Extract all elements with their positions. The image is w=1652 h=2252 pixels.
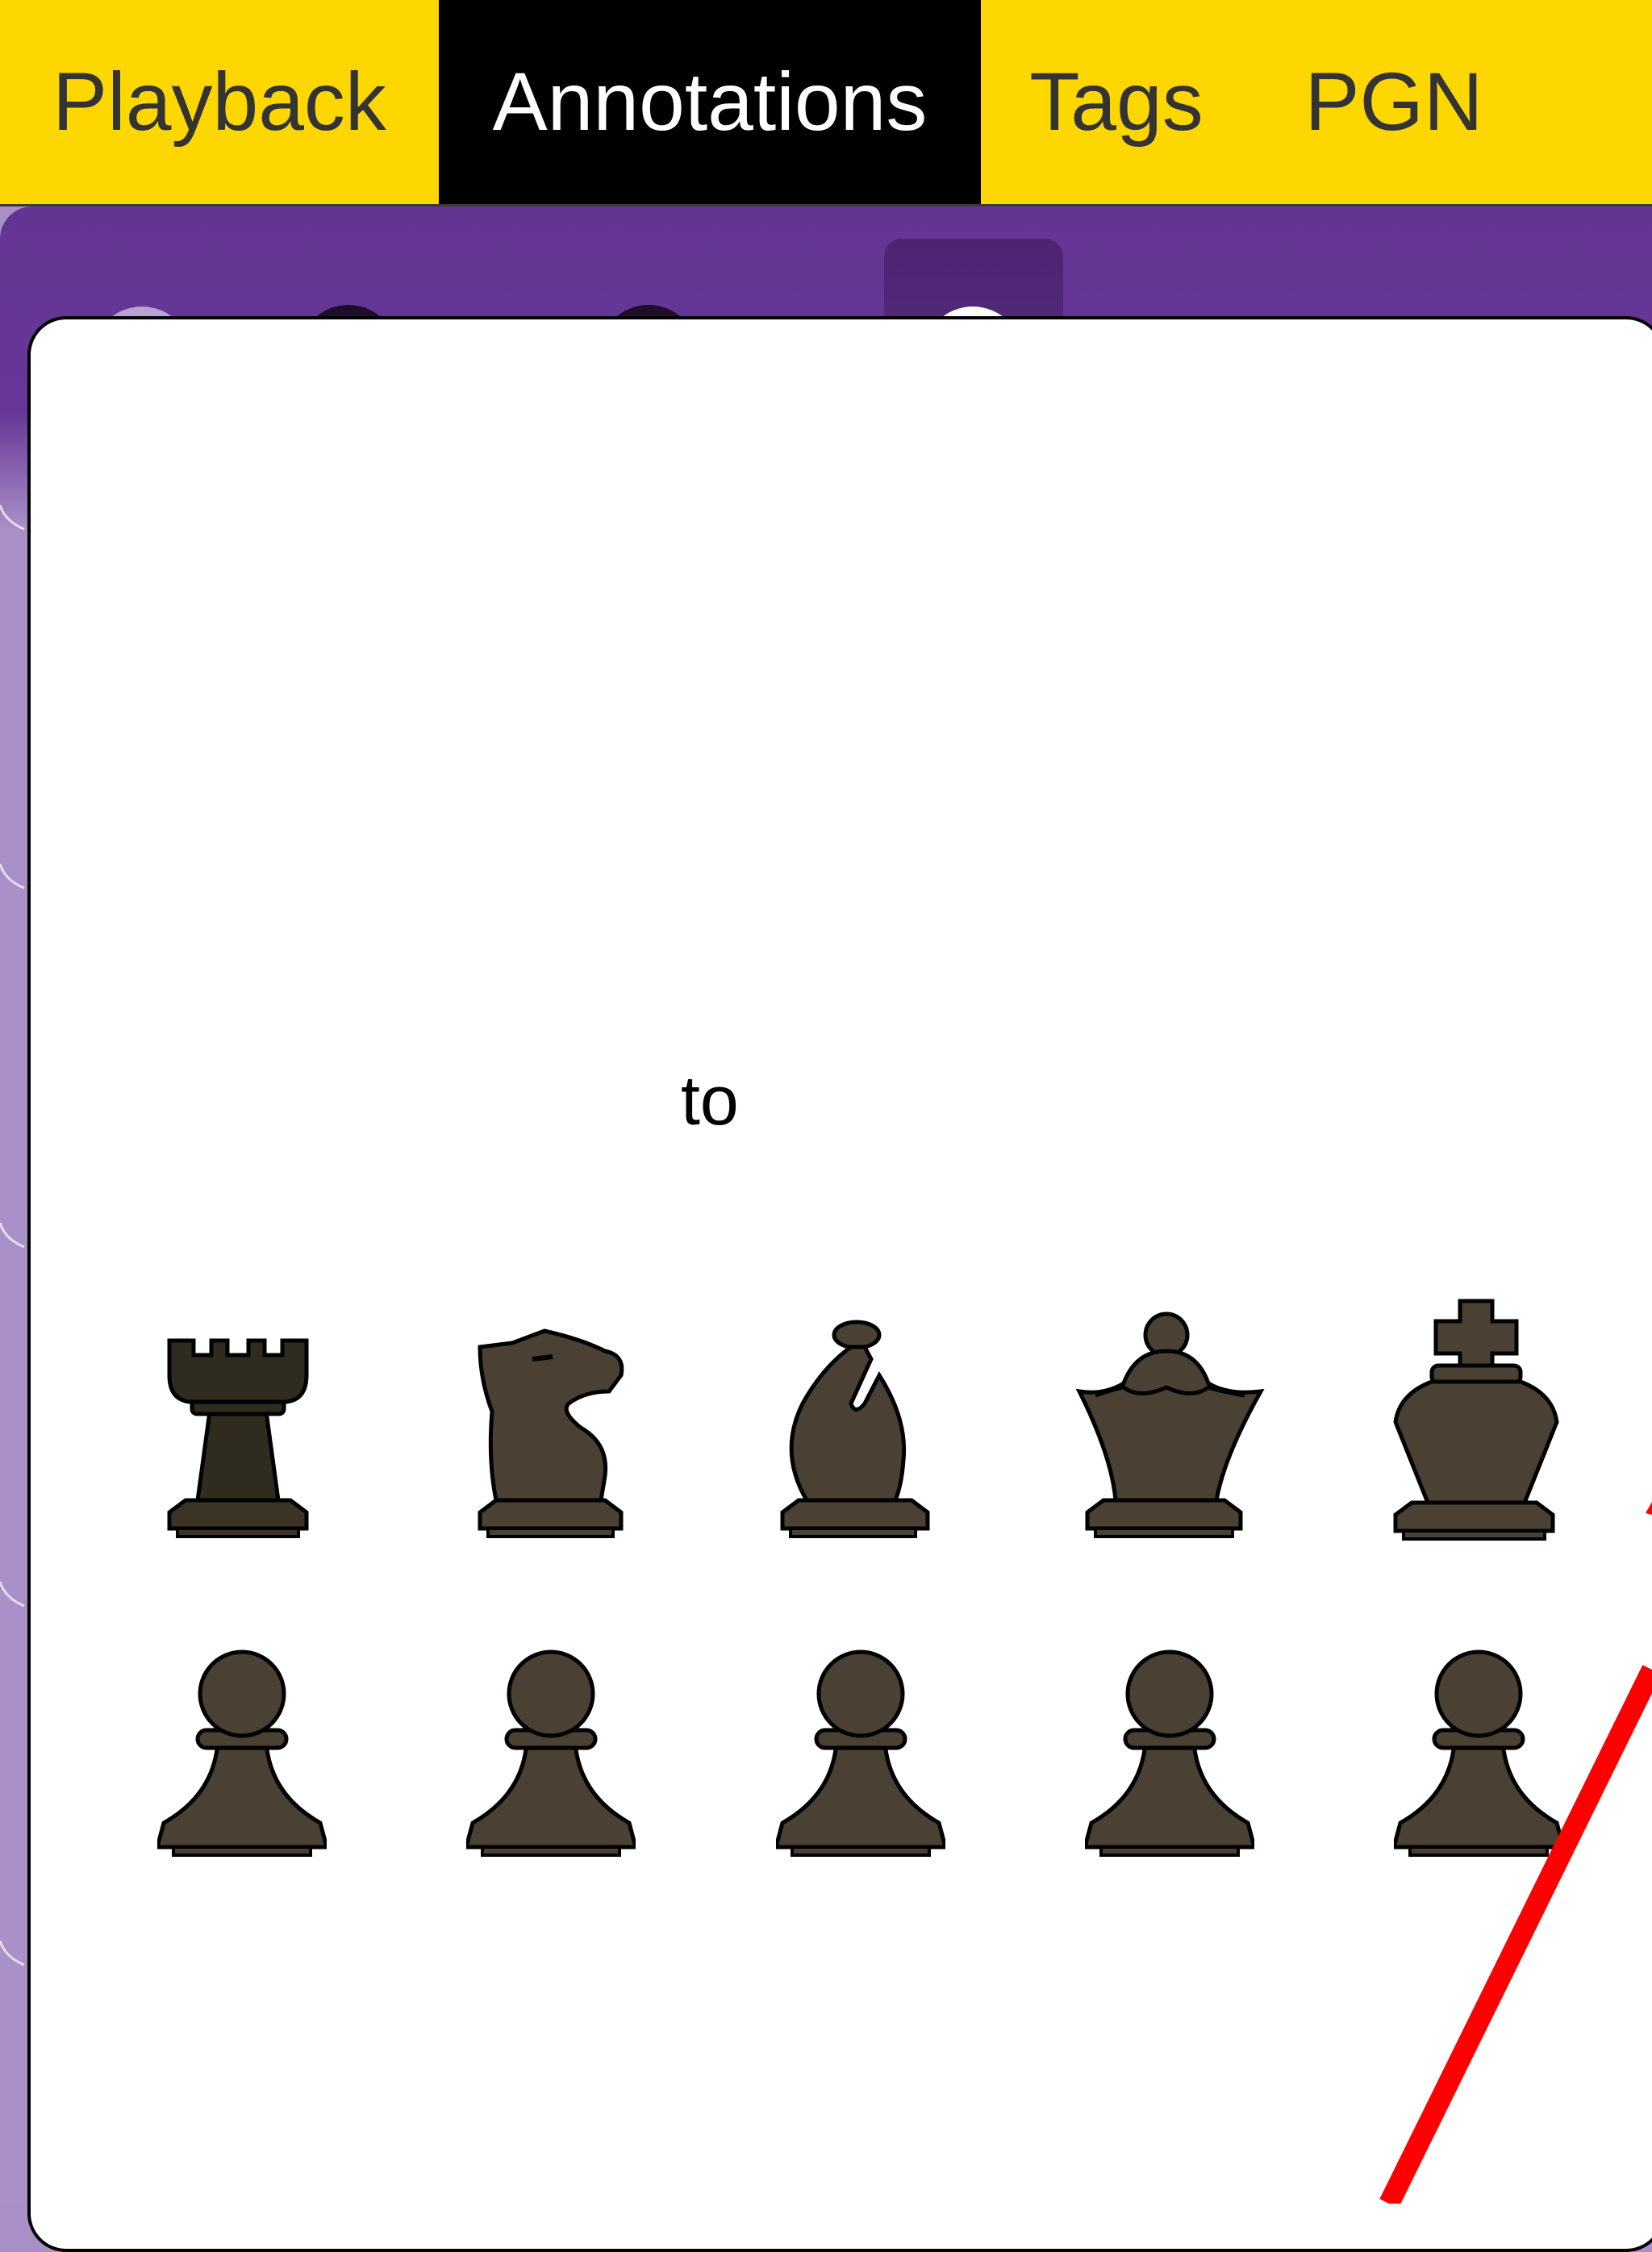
red-arrow-annotation (1379, 1502, 1652, 2204)
